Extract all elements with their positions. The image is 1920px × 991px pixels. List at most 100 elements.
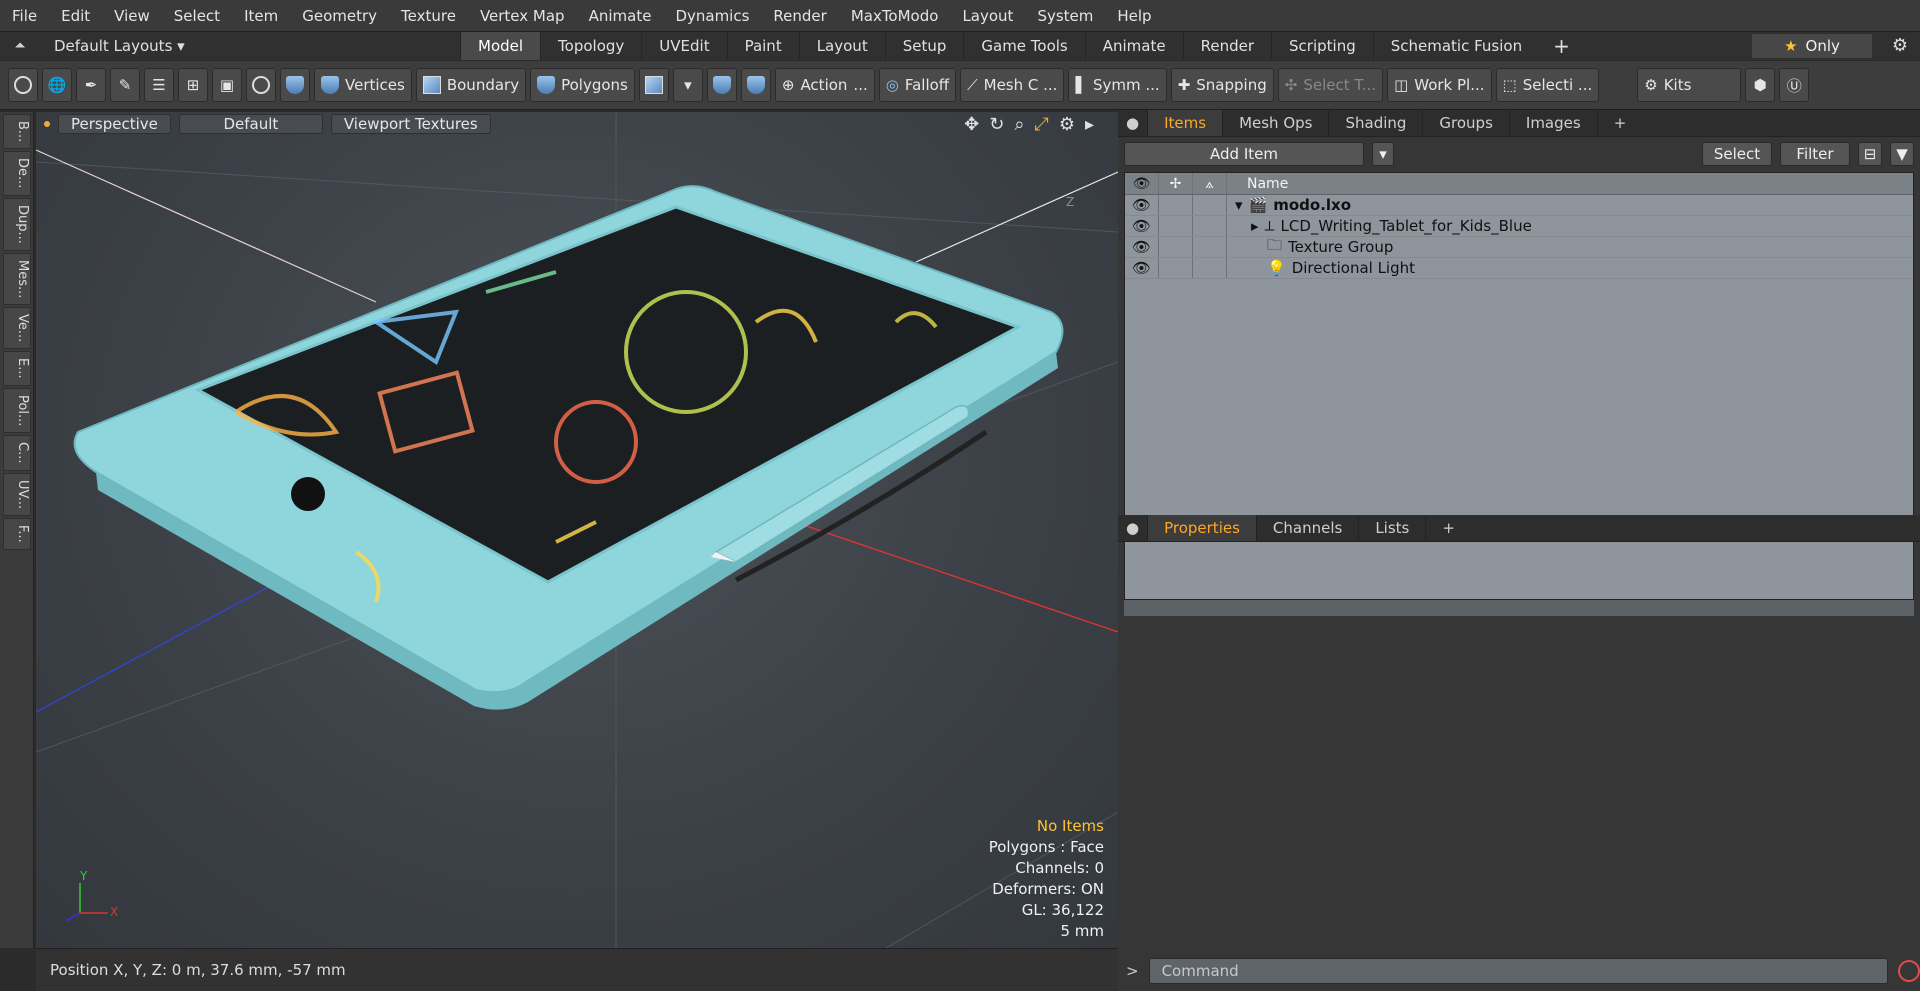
item-list-scrollbar[interactable]: [1124, 600, 1914, 616]
expand-arrow-icon[interactable]: ▸: [1251, 217, 1259, 235]
textures-dropdown[interactable]: Viewport Textures: [330, 114, 491, 134]
select-button[interactable]: Select: [1702, 142, 1772, 166]
tab-lists[interactable]: Lists: [1359, 515, 1427, 541]
mode-dropdown[interactable]: ▾: [672, 68, 703, 102]
tab-layout[interactable]: Layout: [798, 32, 885, 60]
menu-render[interactable]: Render: [761, 7, 838, 25]
filter-button[interactable]: Filter: [1780, 142, 1850, 166]
viewport-gear-icon[interactable]: ⚙: [1059, 114, 1075, 135]
eye-icon[interactable]: 👁: [1125, 195, 1159, 215]
funnel-icon[interactable]: ▼: [1890, 142, 1914, 166]
menu-view[interactable]: View: [102, 7, 162, 25]
falloff-button[interactable]: ◎ Falloff: [878, 68, 957, 102]
menu-dynamics[interactable]: Dynamics: [663, 7, 761, 25]
tab-animate[interactable]: Animate: [1084, 32, 1183, 60]
name-column-header[interactable]: Name: [1227, 173, 1913, 194]
row-lock-cell[interactable]: [1159, 216, 1193, 236]
row-render-cell[interactable]: [1193, 258, 1227, 278]
boundary-button[interactable]: Boundary: [415, 68, 527, 102]
tab-shading[interactable]: Shading: [1329, 110, 1424, 136]
strip-tab-mesh[interactable]: Mes...: [3, 252, 31, 306]
gear-icon[interactable]: ⚙: [1892, 35, 1908, 56]
item-row-texture-group[interactable]: 👁 🗀 Texture Group: [1125, 236, 1913, 258]
row-render-cell[interactable]: [1193, 216, 1227, 236]
menu-item[interactable]: Item: [232, 7, 290, 25]
collapse-icon[interactable]: ⊟: [1858, 142, 1882, 166]
tab-render[interactable]: Render: [1182, 32, 1271, 60]
add-properties-tab-icon[interactable]: +: [1426, 515, 1471, 541]
rotate-icon[interactable]: ↻: [989, 114, 1004, 135]
tab-groups[interactable]: Groups: [1423, 110, 1510, 136]
add-item-dropdown[interactable]: ▾: [1372, 142, 1394, 166]
mesh-constraint-button[interactable]: ⟋ Mesh C ...: [960, 68, 1065, 102]
expand-arrow-icon[interactable]: ▾: [1235, 196, 1243, 214]
command-input[interactable]: Command: [1148, 958, 1889, 984]
add-tab-icon[interactable]: +: [1539, 32, 1584, 60]
unreal-button[interactable]: Ⓤ: [1779, 68, 1810, 102]
collapse-arrow-icon[interactable]: ⏶: [0, 38, 40, 54]
add-item-button[interactable]: Add Item: [1124, 142, 1364, 166]
item-row-light[interactable]: 👁 💡 Directional Light: [1125, 258, 1913, 279]
select-through-button[interactable]: ✣ Select T...: [1277, 68, 1384, 102]
tab-mesh-ops[interactable]: Mesh Ops: [1223, 110, 1330, 136]
row-render-cell[interactable]: [1193, 237, 1227, 257]
properties-dot-icon[interactable]: ●: [1118, 515, 1149, 541]
select-circle-button[interactable]: [8, 68, 38, 102]
work-plane-button[interactable]: ◫ Work Pl...: [1387, 68, 1492, 102]
layout-dropdown[interactable]: Default Layouts ▾: [40, 37, 460, 55]
menu-file[interactable]: File: [0, 7, 49, 25]
polygons-button[interactable]: Polygons: [530, 68, 635, 102]
tab-paint[interactable]: Paint: [726, 32, 799, 60]
tab-schematic-fusion[interactable]: Schematic Fusion: [1372, 32, 1539, 60]
pen-button[interactable]: ✒: [76, 68, 106, 102]
sphere-button[interactable]: [246, 68, 276, 102]
eye-icon[interactable]: 👁: [1125, 258, 1159, 278]
row-lock-cell[interactable]: [1159, 258, 1193, 278]
strip-tab-edge[interactable]: E...: [3, 351, 31, 386]
menu-layout[interactable]: Layout: [950, 7, 1025, 25]
pan-icon[interactable]: ✥: [964, 114, 979, 135]
tab-properties[interactable]: Properties: [1148, 515, 1257, 541]
shield-soccer-button[interactable]: [740, 68, 771, 102]
shield-button[interactable]: [280, 68, 310, 102]
item-row-mesh[interactable]: 👁 ▸ ⟂ LCD_Writing_Tablet_for_Kids_Blue: [1125, 216, 1913, 237]
strip-tab-deform[interactable]: De...: [3, 151, 31, 196]
menu-animate[interactable]: Animate: [577, 7, 664, 25]
record-icon[interactable]: [1898, 960, 1920, 982]
tab-scripting[interactable]: Scripting: [1271, 32, 1373, 60]
tab-game-tools[interactable]: Game Tools: [963, 32, 1084, 60]
tab-images[interactable]: Images: [1510, 110, 1598, 136]
panel-dot-icon[interactable]: ●: [1118, 110, 1149, 136]
tab-model[interactable]: Model: [460, 32, 541, 60]
view-type-dropdown[interactable]: Perspective: [58, 114, 171, 134]
only-button[interactable]: ★ Only: [1752, 34, 1872, 58]
strip-tab-polygon[interactable]: Pol...: [3, 387, 31, 434]
stack-button[interactable]: ☰: [144, 68, 174, 102]
globe-button[interactable]: 🌐: [42, 68, 72, 102]
item-row-scene[interactable]: 👁 ▾ 🎬 modo.lxo: [1125, 195, 1913, 216]
tab-channels[interactable]: Channels: [1257, 515, 1360, 541]
strip-tab-basic[interactable]: B...: [3, 114, 31, 150]
eye-icon[interactable]: 👁: [1125, 216, 1159, 236]
menu-system[interactable]: System: [1025, 7, 1105, 25]
row-lock-cell[interactable]: [1159, 237, 1193, 257]
grid-button[interactable]: ⊞: [178, 68, 208, 102]
eye-icon[interactable]: 👁: [1125, 237, 1159, 257]
item-mode-button[interactable]: [638, 68, 669, 102]
brush-button[interactable]: ✎: [110, 68, 140, 102]
shield-blue-button[interactable]: [706, 68, 737, 102]
maximize-icon[interactable]: ⤢: [1034, 114, 1048, 135]
menu-vertex-map[interactable]: Vertex Map: [468, 7, 577, 25]
unity-button[interactable]: ⬢: [1745, 68, 1776, 102]
viewport-menu-dot-icon[interactable]: [44, 121, 50, 127]
menu-edit[interactable]: Edit: [49, 7, 102, 25]
tab-setup[interactable]: Setup: [884, 32, 964, 60]
row-render-cell[interactable]: [1193, 195, 1227, 215]
action-button[interactable]: ⊕ Action...: [774, 68, 875, 102]
tab-uvedit[interactable]: UVEdit: [641, 32, 726, 60]
zoom-icon[interactable]: ⌕: [1014, 114, 1024, 135]
vertices-button[interactable]: Vertices: [314, 68, 412, 102]
selection-button[interactable]: ⬚ Selecti ...: [1495, 68, 1600, 102]
menu-texture[interactable]: Texture: [389, 7, 468, 25]
tab-items[interactable]: Items: [1148, 110, 1224, 136]
